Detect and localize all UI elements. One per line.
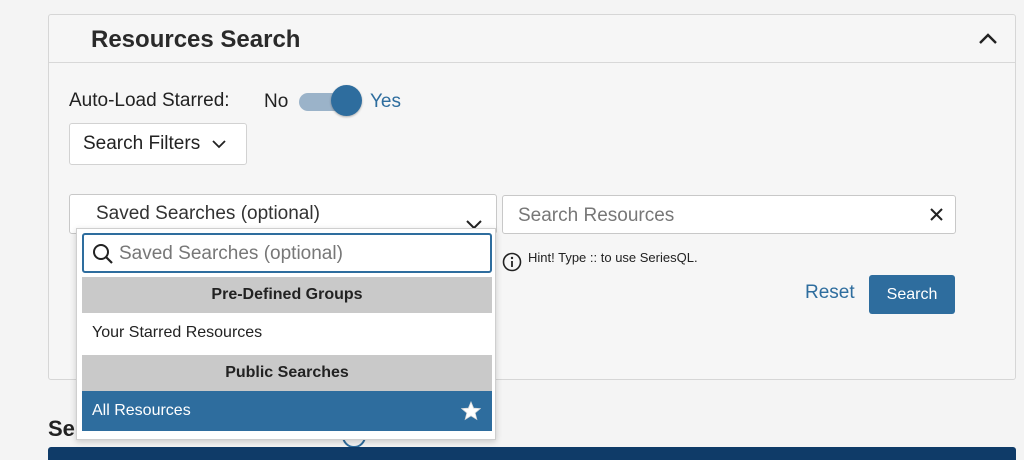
reset-link[interactable]: Reset	[805, 282, 855, 304]
section-heading-partial: Se	[48, 416, 75, 441]
search-resources-placeholder: Search Resources	[518, 205, 675, 226]
collapse-button[interactable]	[974, 25, 1002, 53]
search-icon	[92, 243, 114, 270]
panel-title: Resources Search	[91, 26, 301, 53]
toggle-on-label: Yes	[370, 91, 401, 112]
saved-searches-filter-input[interactable]: Saved Searches (optional)	[82, 233, 492, 273]
autoload-toggle[interactable]	[299, 84, 363, 118]
chevron-up-icon	[979, 33, 997, 44]
toggle-knob[interactable]	[331, 85, 362, 116]
option-all-resources[interactable]: All Resources	[82, 391, 492, 431]
hint-text: Hint! Type :: to use SeriesQL.	[528, 250, 698, 265]
chevron-down-icon	[212, 139, 226, 149]
panel-header: Resources Search	[49, 15, 1015, 63]
search-filters-button[interactable]: Search Filters	[69, 123, 247, 165]
autoload-label: Auto-Load Starred:	[69, 90, 230, 111]
seriesql-hint: Hint! Type :: to use SeriesQL.	[502, 250, 698, 275]
star-icon[interactable]	[460, 400, 482, 426]
saved-searches-filter-placeholder: Saved Searches (optional)	[119, 243, 343, 264]
search-button[interactable]: Search	[869, 275, 955, 314]
option-your-starred-resources[interactable]: Your Starred Resources	[82, 313, 492, 353]
info-icon	[502, 252, 522, 275]
saved-searches-placeholder: Saved Searches (optional)	[96, 203, 320, 224]
toggle-off-label: No	[264, 91, 289, 112]
clear-icon[interactable]	[930, 208, 943, 226]
search-filters-label: Search Filters	[83, 133, 201, 154]
group-header-predefined: Pre-Defined Groups	[82, 277, 492, 313]
search-resources-input[interactable]: Search Resources	[502, 195, 956, 234]
option-label: Your Starred Resources	[92, 324, 263, 341]
saved-searches-dropdown: Saved Searches (optional) Pre-Defined Gr…	[76, 228, 496, 440]
section-bar	[48, 447, 1016, 460]
option-label: All Resources	[92, 402, 191, 419]
group-header-public: Public Searches	[82, 355, 492, 391]
